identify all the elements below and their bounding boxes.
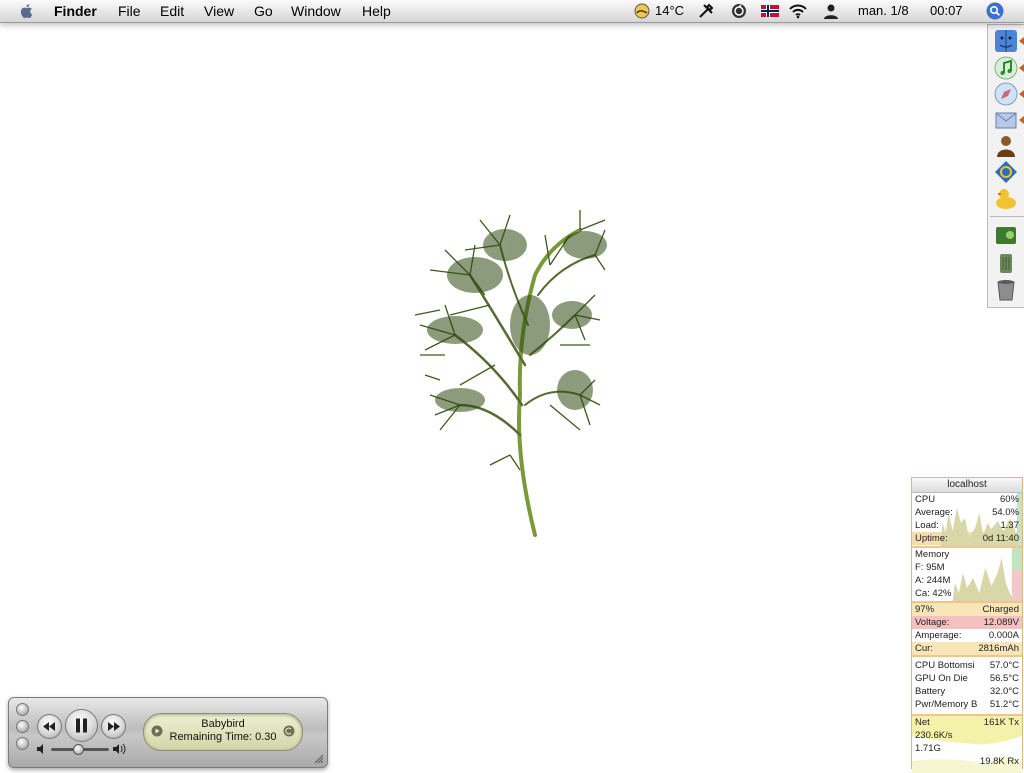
temp-value: 56.5°C xyxy=(989,673,1019,684)
cpu-label: CPU xyxy=(915,494,936,505)
weather-temperature[interactable]: 14°C xyxy=(655,0,684,22)
net-rate: 230.6K/s xyxy=(915,730,953,741)
temp-value: 32.0°C xyxy=(989,686,1019,697)
tools-icon[interactable] xyxy=(698,3,714,19)
finder-icon[interactable] xyxy=(994,29,1018,53)
volume-low-icon xyxy=(37,744,43,754)
pause-button[interactable] xyxy=(65,709,98,742)
memory-cache: Ca: 42% xyxy=(915,588,952,599)
uptime-value: 0d 11:40 xyxy=(982,533,1019,544)
app-q-icon[interactable] xyxy=(994,160,1018,184)
battery-percent: 97% xyxy=(915,604,935,615)
spotlight-search-icon[interactable] xyxy=(986,2,1004,20)
net-label: Net xyxy=(915,717,930,728)
memory-active: A: 244M xyxy=(915,575,951,586)
memory-section: Memory F: 95M A: 244M Ca: 42% xyxy=(912,548,1022,603)
temperature-section: CPU Bottomsi 57.0°C GPU On Die 56.5°C Batt… xyxy=(912,657,1022,716)
amperage-value: 0.000A xyxy=(988,630,1019,641)
menu-file[interactable]: File xyxy=(118,0,141,22)
desktop-plant-image xyxy=(414,210,607,537)
photo-book-icon[interactable] xyxy=(994,223,1018,247)
weather-icon[interactable] xyxy=(634,3,650,19)
temp-label: GPU On Die xyxy=(915,673,968,684)
wifi-icon[interactable] xyxy=(788,3,808,19)
cpu-section: CPU 60% Average: 54.0% Load: 1.37 Uptime: 0d… xyxy=(912,493,1022,548)
itunes-icon[interactable] xyxy=(994,56,1018,80)
itunes-mini-player: Babybird Remaining Time: 0.30 xyxy=(8,697,328,768)
cpu-average-label: Average: xyxy=(915,507,953,518)
dock xyxy=(987,24,1024,308)
remaining-time: Remaining Time: 0.30 xyxy=(169,731,277,743)
capacity-value: 2816mAh xyxy=(978,643,1019,654)
display-back-icon[interactable] xyxy=(283,725,295,737)
battery-section: 97% Charged Voltage: 12.089V Amperage: 0.00… xyxy=(912,603,1022,657)
user-figure-icon[interactable] xyxy=(994,134,1018,158)
sync-icon[interactable] xyxy=(731,3,747,19)
net-tx: 161K Tx xyxy=(983,717,1019,728)
cpu-value: 60% xyxy=(999,494,1019,505)
volume-knob[interactable] xyxy=(73,744,85,755)
net-rx: 19.8K Rx xyxy=(979,756,1019,767)
minimize-button[interactable] xyxy=(16,720,29,733)
mail-icon[interactable] xyxy=(994,108,1018,132)
menu-app-finder[interactable]: Finder xyxy=(54,0,97,22)
running-indicator xyxy=(1019,37,1024,45)
voltage-value: 12.089V xyxy=(983,617,1019,628)
uptime-label: Uptime: xyxy=(915,533,948,544)
temp-value: 51.2°C xyxy=(989,699,1019,710)
fast-forward-icon xyxy=(108,722,120,731)
battery-state: Charged xyxy=(982,604,1019,615)
previous-track-button[interactable] xyxy=(37,714,62,739)
running-indicator xyxy=(1019,64,1024,72)
dock-separator xyxy=(990,216,1024,217)
track-display[interactable]: Babybird Remaining Time: 0.30 xyxy=(143,713,303,751)
display-play-icon[interactable] xyxy=(151,725,163,737)
network-section: Net 161K Tx 230.6K/s 1.71G 19.8K Rx xyxy=(912,716,1022,773)
norwegian-flag-icon[interactable] xyxy=(761,5,779,17)
menu-go[interactable]: Go xyxy=(254,0,273,22)
memory-free: F: 95M xyxy=(915,562,945,573)
volume-high-icon xyxy=(113,743,126,755)
cpu-load-value: 1.37 xyxy=(1000,520,1020,531)
close-button[interactable] xyxy=(16,703,29,716)
rubber-duck-icon[interactable] xyxy=(994,186,1018,210)
menu-help[interactable]: Help xyxy=(362,0,391,22)
menu-bar: Finder File Edit View Go Window Help 14°… xyxy=(0,0,1024,23)
running-indicator xyxy=(1019,116,1024,124)
volume-slider[interactable] xyxy=(51,744,109,755)
trash-icon[interactable] xyxy=(994,277,1018,301)
running-indicator xyxy=(1019,90,1024,98)
menu-edit[interactable]: Edit xyxy=(160,0,184,22)
voltage-label: Voltage: xyxy=(915,617,950,628)
apple-menu-icon[interactable] xyxy=(18,2,36,20)
temp-value: 57.0°C xyxy=(989,660,1019,671)
cpu-load-label: Load: xyxy=(915,520,939,531)
menu-window[interactable]: Window xyxy=(291,0,341,22)
temp-label: CPU Bottomsi xyxy=(915,660,975,671)
monitor-hostname: localhost xyxy=(912,478,1022,493)
user-icon[interactable] xyxy=(823,3,839,19)
menubar-date[interactable]: man. 1/8 xyxy=(858,0,909,22)
zoom-button[interactable] xyxy=(16,737,29,750)
menubar-clock[interactable]: 00:07 xyxy=(930,0,963,22)
menu-view[interactable]: View xyxy=(204,0,234,22)
memory-label: Memory xyxy=(915,549,950,560)
safari-icon[interactable] xyxy=(994,82,1018,106)
temp-label: Battery xyxy=(915,686,946,697)
next-track-button[interactable] xyxy=(101,714,126,739)
capacity-label: Cur: xyxy=(915,643,933,654)
trash-can-icon[interactable] xyxy=(994,250,1018,274)
system-monitor-widget: localhost CPU 60% Average: 54.0% Load: 1.37… xyxy=(911,477,1023,773)
resize-grip-icon[interactable] xyxy=(314,754,324,764)
net-total: 1.71G xyxy=(915,743,941,754)
temp-label: Pwr/Memory B xyxy=(915,699,978,710)
rewind-icon xyxy=(43,722,55,731)
track-title: Babybird xyxy=(201,718,245,730)
amperage-label: Amperage: xyxy=(915,630,962,641)
pause-icon xyxy=(76,718,87,733)
cpu-average-value: 54.0% xyxy=(992,507,1019,518)
